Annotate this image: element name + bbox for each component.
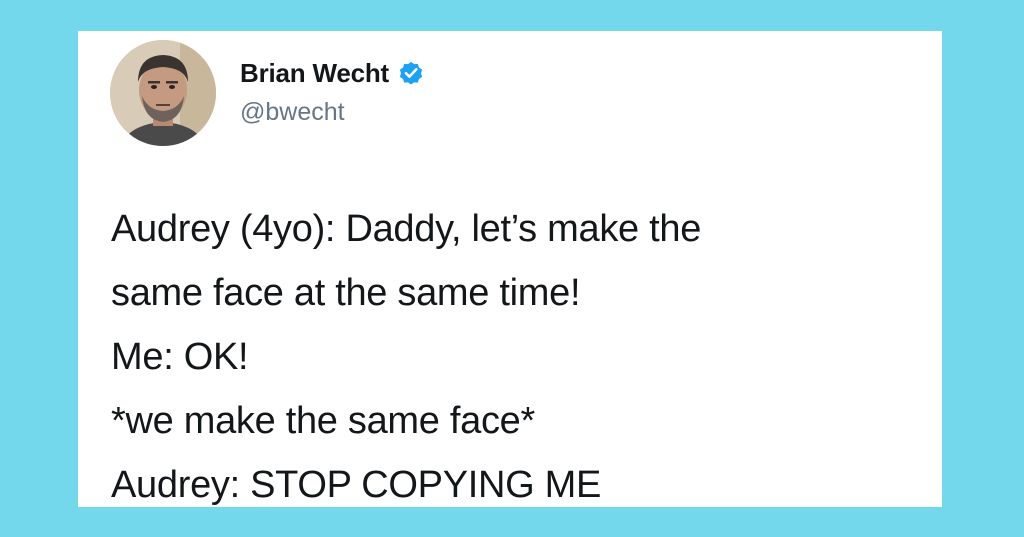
author-name-row: Brian Wecht: [240, 55, 425, 91]
tweet-line: Audrey (4yo): Daddy, let’s make the: [111, 208, 702, 250]
verified-badge-icon: [397, 59, 425, 87]
tweet-line: same face at the same time!: [111, 272, 581, 314]
author-avatar[interactable]: [110, 40, 216, 146]
avatar-photo-icon: [110, 40, 216, 146]
tweet-line: Audrey: STOP COPYING ME: [111, 464, 602, 506]
tweet-line: Me: OK!: [111, 336, 249, 378]
tweet-text: Audrey (4yo): Daddy, let’s make the same…: [111, 197, 912, 507]
tweet-line: *we make the same face*: [111, 400, 535, 442]
author-display-name[interactable]: Brian Wecht: [240, 58, 389, 89]
tweet-card: Brian Wecht @bwecht Audrey (4yo): Daddy,…: [78, 31, 942, 507]
author-handle[interactable]: @bwecht: [240, 98, 345, 127]
